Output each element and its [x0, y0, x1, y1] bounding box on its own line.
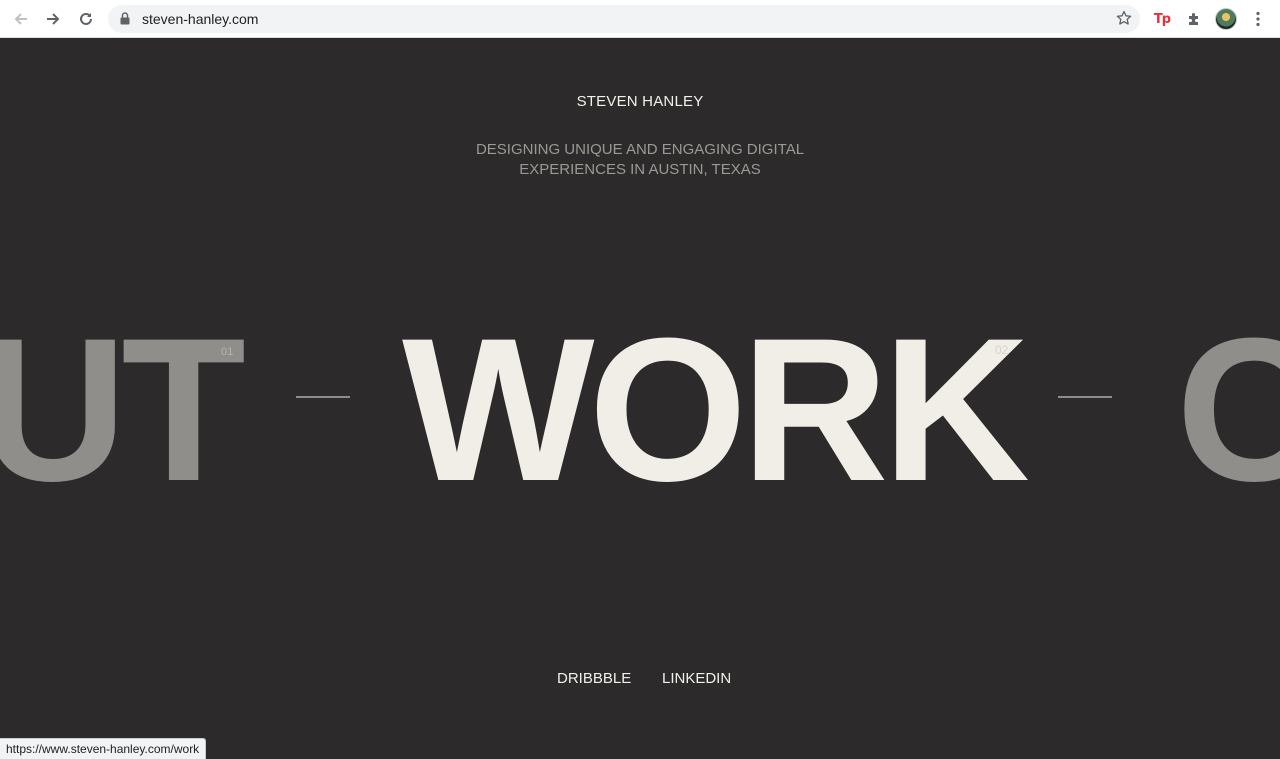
divider-dash-left [296, 396, 350, 398]
kebab-menu-icon[interactable] [1247, 8, 1269, 30]
carousel-current-number: 02 [995, 343, 1009, 357]
site-name[interactable]: STEVEN HANLEY [0, 93, 1280, 110]
lock-icon[interactable] [120, 12, 130, 30]
divider-dash-right [1058, 396, 1112, 398]
reload-icon[interactable] [74, 7, 98, 31]
tp-extension-icon[interactable]: Tp [1151, 8, 1173, 30]
browser-toolbar: steven-hanley.com Tp [0, 0, 1280, 38]
tagline-line-1: DESIGNING UNIQUE AND ENGAGING DIGITAL [475, 141, 805, 158]
avatar[interactable] [1215, 8, 1237, 30]
puzzle-icon[interactable] [1183, 8, 1205, 30]
carousel-current-word[interactable]: WORK [402, 308, 1030, 512]
star-icon[interactable] [1116, 10, 1132, 31]
back-arrow-icon[interactable] [9, 7, 33, 31]
url-text[interactable]: steven-hanley.com [142, 11, 258, 27]
carousel-next-word[interactable]: C [1176, 308, 1280, 512]
tagline-line-2: EXPERIENCES IN AUSTIN, TEXAS [519, 161, 761, 178]
tp-extension-label: Tp [1153, 11, 1171, 27]
linkedin-link[interactable]: LINKEDIN [662, 670, 731, 687]
tagline: DESIGNING UNIQUE AND ENGAGING DIGITAL EX… [440, 140, 840, 180]
page-content: STEVEN HANLEY DESIGNING UNIQUE AND ENGAG… [0, 38, 1280, 759]
carousel-prev-word[interactable]: UT [0, 308, 246, 512]
carousel-prev-number: 01 [221, 346, 234, 358]
address-bar[interactable]: steven-hanley.com [108, 5, 1140, 33]
status-bar-url: https://www.steven-hanley.com/work [0, 738, 207, 759]
forward-arrow-icon[interactable] [41, 7, 65, 31]
dribbble-link[interactable]: DRIBBBLE [557, 670, 631, 687]
